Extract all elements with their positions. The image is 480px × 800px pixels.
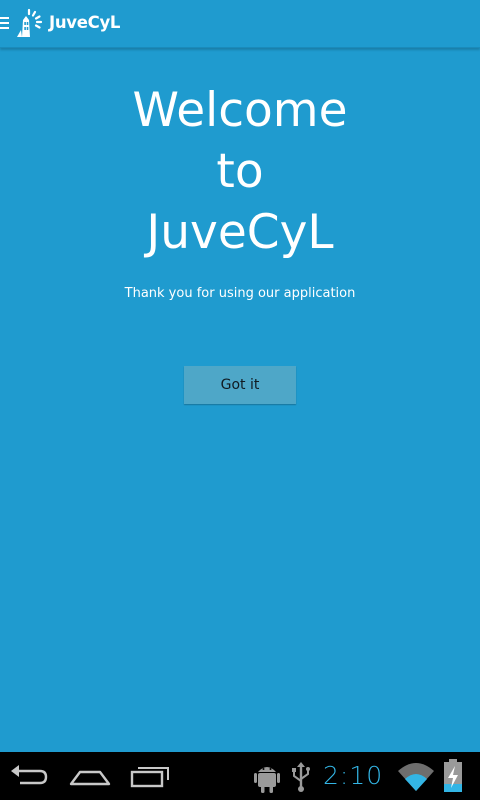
battery-charging-icon <box>442 758 464 794</box>
usb-icon <box>289 761 313 793</box>
welcome-heading: Welcome to JuveCyL <box>0 80 480 263</box>
app-title: JuveCyL <box>49 13 121 32</box>
hamburger-menu-icon[interactable] <box>0 17 10 31</box>
welcome-line-3: JuveCyL <box>146 205 334 260</box>
system-navigation-bar: 2:10 <box>0 752 480 800</box>
thanks-message: Thank you for using our application <box>124 286 356 301</box>
home-icon[interactable] <box>68 764 112 790</box>
recent-apps-icon[interactable] <box>130 764 172 790</box>
android-debug-icon <box>253 760 281 794</box>
back-icon[interactable] <box>8 763 50 791</box>
welcome-line-1: Welcome <box>132 83 348 138</box>
juvecyl-logo-icon[interactable] <box>13 8 45 40</box>
welcome-line-2: to <box>216 144 264 199</box>
main-content: Welcome to JuveCyL Thank you for using o… <box>0 48 480 752</box>
got-it-button[interactable]: Got it <box>184 366 296 404</box>
action-bar: JuveCyL <box>0 0 480 48</box>
wifi-icon <box>396 761 436 793</box>
status-clock: 2:10 <box>323 761 384 790</box>
